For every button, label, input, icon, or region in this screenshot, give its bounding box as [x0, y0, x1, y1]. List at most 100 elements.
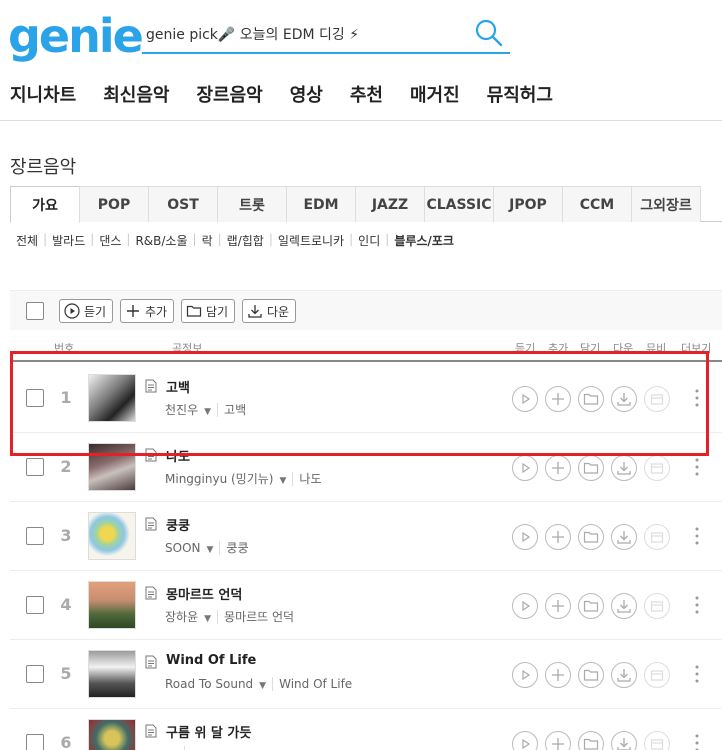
album-name[interactable] [183, 746, 191, 750]
sub-genre-hiphop[interactable]: 랩/힙합 [227, 232, 264, 249]
artist-name[interactable]: Mingginyu (밍기뉴) [165, 472, 273, 486]
row-checkbox[interactable] [26, 734, 44, 750]
lyrics-icon[interactable] [145, 724, 157, 738]
music-video-button[interactable] [644, 593, 670, 619]
artist-dropdown-icon[interactable]: ▼ [259, 681, 266, 691]
play-button[interactable] [512, 524, 538, 550]
add-button[interactable] [545, 524, 571, 550]
nav-genre-music[interactable]: 장르음악 [197, 84, 263, 112]
sub-genre-rnb[interactable]: R&B/소울 [135, 232, 187, 249]
download-button[interactable] [611, 524, 637, 550]
album-name[interactable]: 쿵쿵 [219, 541, 249, 555]
artist-name[interactable]: SOON [165, 541, 200, 555]
table-row[interactable]: 5 Wind Of Life Road To Sound ▼ Wind Of Lif… [10, 640, 722, 709]
tab-jazz[interactable]: JAZZ [355, 186, 425, 222]
sub-genre-all[interactable]: 전체 [16, 232, 38, 249]
tab-kpop[interactable]: 가요 [10, 186, 80, 223]
listen-selected-button[interactable]: 듣기 [59, 299, 114, 323]
video-icon [650, 670, 664, 681]
nav-video[interactable]: 영상 [290, 84, 323, 112]
sub-genre-ballad[interactable]: 발라드 [52, 232, 85, 249]
tab-ccm[interactable]: CCM [562, 186, 632, 222]
table-row[interactable]: 6 구름 위 달 가듯 ▼ [10, 709, 722, 750]
song-title[interactable]: 몽마르뜨 언덕 [166, 584, 242, 603]
artist-name[interactable]: 장하윤 [165, 610, 198, 624]
song-title[interactable]: Wind Of Life [166, 653, 256, 668]
add-button[interactable] [545, 455, 571, 481]
sub-genre-indie[interactable]: 인디 [358, 232, 380, 249]
music-video-button[interactable] [644, 731, 670, 750]
tab-pop[interactable]: POP [79, 186, 149, 222]
row-checkbox[interactable] [26, 458, 44, 476]
album-name[interactable]: 몽마르뜨 언덕 [217, 610, 295, 624]
album-cover[interactable] [88, 512, 136, 560]
download-button[interactable] [611, 593, 637, 619]
download-button[interactable] [611, 662, 637, 688]
save-button[interactable] [578, 662, 604, 688]
more-options-icon[interactable] [694, 664, 700, 684]
play-button[interactable] [512, 593, 538, 619]
nav-chart[interactable]: 지니차트 [10, 84, 76, 112]
download-selected-button[interactable]: 다운 [242, 299, 297, 323]
artist-dropdown-icon[interactable]: ▼ [206, 545, 213, 555]
search-input[interactable] [146, 22, 466, 46]
music-video-button[interactable] [644, 455, 670, 481]
tab-edm[interactable]: EDM [286, 186, 356, 222]
nav-magazine[interactable]: 매거진 [410, 84, 460, 112]
play-button[interactable] [512, 455, 538, 481]
music-video-button[interactable] [644, 524, 670, 550]
song-title[interactable]: 구름 위 달 가듯 [166, 722, 251, 741]
more-options-icon[interactable] [694, 526, 700, 546]
select-all-checkbox[interactable] [26, 302, 44, 320]
plus-icon [552, 669, 564, 681]
lyrics-icon[interactable] [145, 586, 157, 600]
tab-classic[interactable]: CLASSIC [424, 186, 494, 222]
album-name[interactable]: 나도 [292, 472, 322, 486]
more-options-icon[interactable] [694, 457, 700, 477]
album-cover[interactable] [88, 650, 136, 698]
artist-dropdown-icon[interactable]: ▼ [204, 614, 211, 624]
row-checkbox[interactable] [26, 527, 44, 545]
add-button[interactable] [545, 593, 571, 619]
save-button[interactable] [578, 593, 604, 619]
play-button[interactable] [512, 662, 538, 688]
sub-genre-dance[interactable]: 댄스 [99, 232, 121, 249]
tab-other-genres[interactable]: 그외장르 [631, 186, 701, 222]
sub-genre-blues-folk[interactable]: 블루스/포크 [394, 232, 454, 249]
download-button[interactable] [611, 455, 637, 481]
add-button[interactable] [545, 731, 571, 750]
save-button[interactable] [578, 524, 604, 550]
sub-genre-rock[interactable]: 락 [202, 232, 213, 249]
more-options-icon[interactable] [694, 733, 700, 750]
tab-jpop[interactable]: JPOP [493, 186, 563, 222]
lyrics-icon[interactable] [145, 517, 157, 531]
table-row[interactable]: 3 쿵쿵 SOON ▼ 쿵쿵 [10, 502, 722, 571]
row-checkbox[interactable] [26, 596, 44, 614]
play-button[interactable] [512, 731, 538, 750]
album-cover[interactable] [88, 719, 136, 750]
genie-logo[interactable]: genie [8, 10, 144, 62]
artist-name[interactable]: Road To Sound [165, 677, 253, 691]
table-row[interactable]: 4 몽마르뜨 언덕 장하윤 ▼ 몽마르뜨 언덕 [10, 571, 722, 640]
music-video-button[interactable] [644, 662, 670, 688]
nav-new-music[interactable]: 최신음악 [103, 84, 169, 112]
tab-ost[interactable]: OST [148, 186, 218, 222]
tab-trot[interactable]: 트롯 [217, 186, 287, 222]
add-button[interactable] [545, 662, 571, 688]
nav-recommend[interactable]: 추천 [350, 84, 383, 112]
lyrics-icon[interactable] [145, 655, 157, 669]
artist-dropdown-icon[interactable]: ▼ [279, 476, 286, 486]
album-cover[interactable] [88, 581, 136, 629]
sub-genre-electronica[interactable]: 일렉트로니카 [278, 232, 344, 249]
download-button[interactable] [611, 731, 637, 750]
add-selected-button[interactable]: 추가 [120, 299, 175, 323]
search-icon[interactable] [474, 18, 504, 48]
song-title[interactable]: 쿵쿵 [166, 515, 190, 534]
row-checkbox[interactable] [26, 665, 44, 683]
nav-music-hug[interactable]: 뮤직허그 [487, 84, 553, 112]
more-options-icon[interactable] [694, 595, 700, 615]
save-button[interactable] [578, 731, 604, 750]
save-button[interactable] [578, 455, 604, 481]
save-selected-button[interactable]: 담기 [181, 299, 236, 323]
album-name[interactable]: Wind Of Life [272, 677, 353, 691]
